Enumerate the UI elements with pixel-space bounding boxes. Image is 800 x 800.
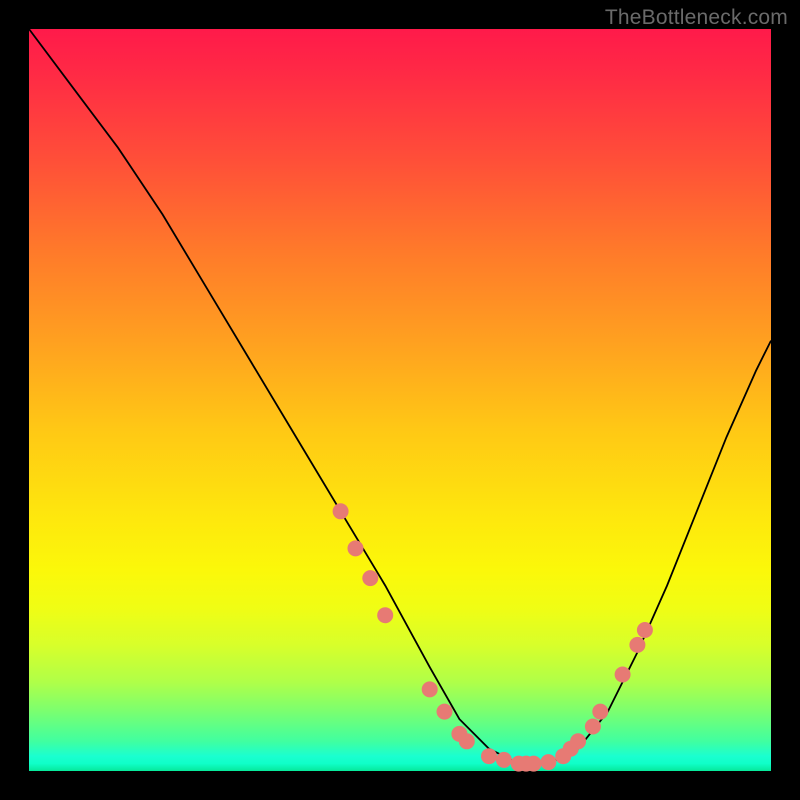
marker-point <box>637 622 653 638</box>
marker-point <box>592 704 608 720</box>
chart-overlay <box>0 0 800 800</box>
marker-point <box>422 681 438 697</box>
chart-container: TheBottleneck.com <box>0 0 800 800</box>
marker-point <box>362 570 378 586</box>
marker-point <box>496 752 512 768</box>
marker-point <box>481 748 497 764</box>
marker-point <box>333 503 349 519</box>
marker-point <box>526 756 542 772</box>
bottleneck-curve <box>29 29 771 764</box>
marker-point <box>437 704 453 720</box>
highlighted-points <box>333 503 653 771</box>
marker-point <box>585 719 601 735</box>
marker-point <box>629 637 645 653</box>
marker-point <box>348 540 364 556</box>
marker-point <box>459 733 475 749</box>
marker-point <box>377 607 393 623</box>
marker-point <box>570 733 586 749</box>
marker-point <box>615 667 631 683</box>
marker-point <box>540 754 556 770</box>
